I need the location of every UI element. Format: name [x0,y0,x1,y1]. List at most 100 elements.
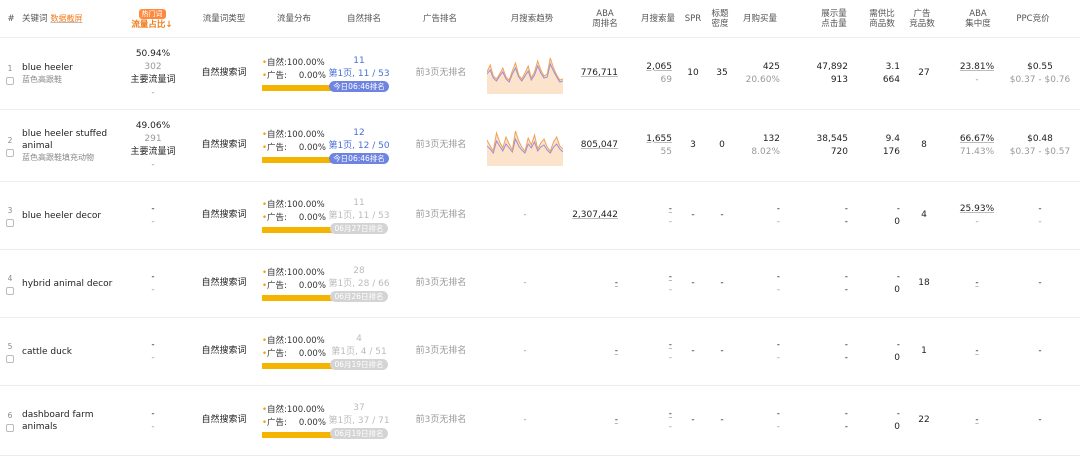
spr-cell: - [682,182,704,249]
aba-conc-value[interactable]: - [975,345,978,358]
keyword-text[interactable]: cattle duck [22,346,72,358]
title-density-cell: - [708,250,736,317]
monthly-search-value[interactable]: - [669,408,672,421]
checkbox-icon[interactable] [6,219,14,227]
header-flow-dist[interactable]: 流量分布 [264,0,324,38]
monthly-search-sub: - [668,352,672,363]
header-ppc-label[interactable]: PPC竞价 [1016,14,1049,24]
header-spr-label[interactable]: SPR [685,14,701,24]
monthly-search-cell: - - [630,386,672,455]
header-organic-rank-label[interactable]: 自然排名 [347,14,381,24]
organic-value: 100.00% [286,57,325,68]
aba-rank-value[interactable]: 805,047 [581,139,618,152]
checkbox-icon[interactable] [6,424,14,432]
header-keyword[interactable]: 关键词 数据截屏 [22,0,92,38]
header-keyword-label[interactable]: 关键词 [22,14,48,24]
header-supply-ratio-label-1[interactable]: 需供比 [869,9,895,19]
aba-rank-value[interactable]: 776,711 [581,67,618,80]
trend-chart[interactable] [487,126,563,166]
header-trend-label[interactable]: 月搜索趋势 [511,14,554,24]
aba-rank-value[interactable]: 2,307,442 [572,209,618,222]
checkbox-icon[interactable] [6,287,14,295]
header-impressions-label-1[interactable]: 展示量 [821,9,847,19]
header-impressions-label-2[interactable]: 点击量 [821,19,847,29]
monthly-search-value[interactable]: - [669,203,672,216]
header-supply-ratio[interactable]: 需供比 商品数 [864,0,900,38]
organic-rank-number[interactable]: 4 [356,333,362,346]
organic-rank-number[interactable]: 28 [353,265,364,278]
aba-conc-cell: 23.81% - [950,38,1004,109]
header-organic-rank[interactable]: 自然排名 [334,0,394,38]
supply-count-value: 176 [882,146,900,157]
header-ad-rank[interactable]: 广告排名 [410,0,470,38]
header-ad-count-label-2[interactable]: 竞品数 [909,19,935,29]
organic-rank-number[interactable]: 11 [353,55,364,68]
aba-rank-value[interactable]: - [615,277,618,290]
keyword-text[interactable]: hybrid animal decor [22,278,112,290]
aba-rank-value[interactable]: - [615,345,618,358]
keyword-text[interactable]: blue heeler decor [22,210,101,222]
table-row[interactable]: 5 cattle duck - - 自然搜索词 •自然:100.00% •广告:… [0,318,1080,386]
keyword-cell: hybrid animal decor [22,250,122,317]
trend-chart[interactable] [487,54,563,94]
header-supply-ratio-label-2[interactable]: 商品数 [869,19,895,29]
header-flow-ratio[interactable]: 热门词 流量占比↓ [122,0,182,38]
monthly-search-value[interactable]: 2,065 [646,61,672,74]
monthly-search-value[interactable]: - [669,339,672,352]
aba-conc-value[interactable]: - [975,414,978,427]
monthly-search-value[interactable]: 1,655 [646,133,672,146]
header-aba-rank[interactable]: ABA 周排名 [582,0,628,38]
table-row[interactable]: 6 dashboard farm animals - - 自然搜索词 •自然:1… [0,386,1080,456]
trend-cell: - [484,182,566,249]
data-source-link[interactable]: 数据截屏 [51,14,83,24]
hot-word-badge: 热门词 [138,8,166,19]
header-monthly-purchase[interactable]: 月购买量 [738,0,782,38]
aba-conc-value[interactable]: - [975,277,978,290]
header-aba-rank-label-2[interactable]: 周排名 [592,19,618,29]
header-monthly-purchase-label[interactable]: 月购买量 [743,14,777,24]
header-spr[interactable]: SPR [682,0,704,38]
header-aba-conc-label-1[interactable]: ABA [969,9,986,19]
aba-rank-value[interactable]: - [615,414,618,427]
keyword-text[interactable]: dashboard farm animals [22,409,122,433]
header-title-density-label-1[interactable]: 标题 [711,9,728,19]
header-flow-dist-label[interactable]: 流量分布 [277,14,311,24]
header-title-density[interactable]: 标题 密度 [708,0,732,38]
header-monthly-search-label[interactable]: 月搜索量 [641,14,675,24]
monthly-search-value[interactable]: - [669,271,672,284]
header-ad-count[interactable]: 广告 竞品数 [904,0,940,38]
header-impressions[interactable]: 展示量 点击量 [814,0,854,38]
sort-desc-icon[interactable]: ↓ [165,20,172,30]
aba-conc-value[interactable]: 23.81% [960,61,994,74]
aba-conc-value[interactable]: 66.67% [960,133,994,146]
checkbox-icon[interactable] [6,77,14,85]
checkbox-icon[interactable] [6,355,14,363]
trend-empty: - [523,278,527,288]
header-flow-ratio-label[interactable]: 流量占比 [131,20,165,30]
keyword-text[interactable]: blue heeler [22,62,73,74]
checkbox-icon[interactable] [6,149,14,157]
table-row[interactable]: 1 blue heeler 蓝色高跟鞋 50.94% 302 主要流量词 - 自… [0,38,1080,110]
row-index-cell: 5 [4,318,16,385]
table-row[interactable]: 3 blue heeler decor - - 自然搜索词 •自然:100.00… [0,182,1080,250]
rank-time-badge: 今日06:46排名 [329,81,389,92]
organic-rank-number[interactable]: 12 [353,127,364,140]
header-aba-rank-label-1[interactable]: ABA [596,9,613,19]
table-row[interactable]: 4 hybrid animal decor - - 自然搜索词 •自然:100.… [0,250,1080,318]
header-kw-type-label[interactable]: 流量词类型 [203,14,246,24]
organic-rank-cell: 28 第1页, 28 / 66 06月26日排名 [326,250,392,317]
header-trend[interactable]: 月搜索趋势 [492,0,572,38]
header-aba-concentration[interactable]: ABA 集中度 [958,0,998,38]
header-monthly-search[interactable]: 月搜索量 [636,0,680,38]
header-ad-rank-label[interactable]: 广告排名 [423,14,457,24]
header-ppc[interactable]: PPC竞价 [1010,0,1056,38]
table-row[interactable]: 2 blue heeler stuffed animal 蓝色高跟鞋填充动物 4… [0,110,1080,182]
aba-conc-value[interactable]: 25.93% [960,203,994,216]
header-ad-count-label-1[interactable]: 广告 [913,9,930,19]
header-kw-type[interactable]: 流量词类型 [194,0,254,38]
keyword-text[interactable]: blue heeler stuffed animal [22,128,122,152]
organic-rank-number[interactable]: 37 [353,402,364,415]
organic-rank-number[interactable]: 11 [353,197,364,210]
header-aba-conc-label-2[interactable]: 集中度 [965,19,991,29]
header-title-density-label-2[interactable]: 密度 [711,19,728,29]
